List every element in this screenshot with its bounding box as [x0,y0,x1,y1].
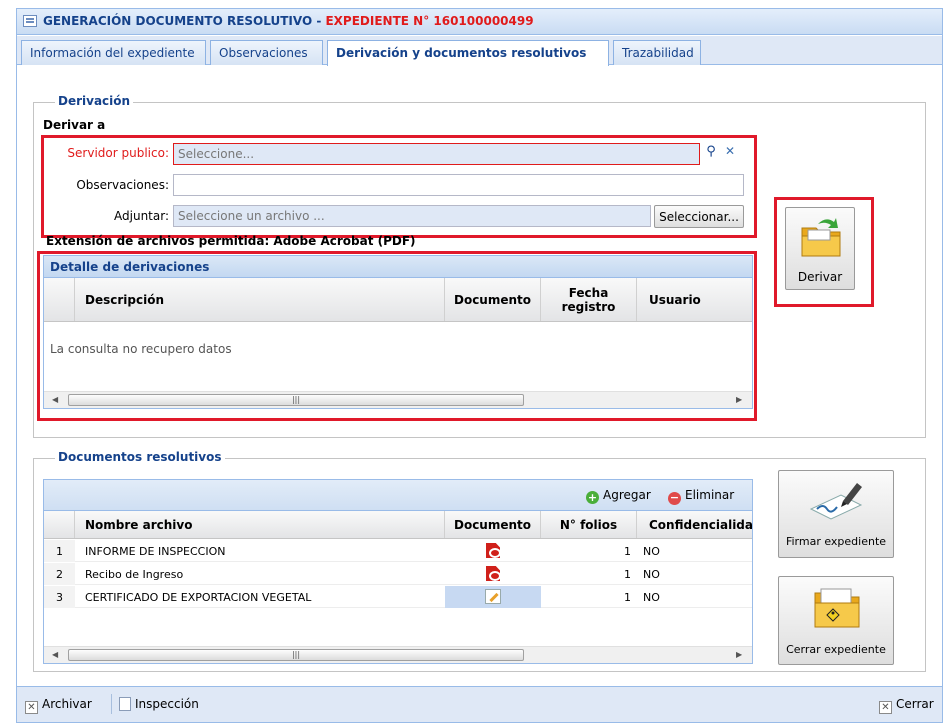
row-confidencialidad: NO [643,591,660,604]
documentos-hscrollbar[interactable]: ◀ ||| ▶ [44,646,752,663]
cerrar-expediente-button[interactable]: Cerrar expediente [778,576,894,665]
row-documento[interactable] [445,540,541,562]
window-titlebar: GENERACIÓN DOCUMENTO RESOLUTIVO - EXPEDI… [17,9,942,35]
extension-note: Extensión de archivos permitida: Adobe A… [46,234,416,248]
window-title: GENERACIÓN DOCUMENTO RESOLUTIVO - EXPEDI… [43,14,534,28]
documentos-grid: + Agregar − Eliminar Nombre archivo Docume… [43,479,753,664]
table-row[interactable]: 2 Recibo de Ingreso 1 NO [44,563,752,585]
row-number: 2 [44,563,75,585]
remove-icon: − [668,491,681,505]
window-icon [23,15,37,27]
documentos-header-rownum [44,511,75,538]
toolbar-separator [111,694,112,714]
derivar-a-label: Derivar a [43,118,106,132]
table-row[interactable]: 1 INFORME DE INSPECCION 1 NO [44,540,752,562]
documentos-legend: Documentos resolutivos [55,450,225,464]
tab-content: Derivación Derivar a Servidor publico: S… [17,66,942,686]
close-icon: ✕ [879,701,892,714]
scroll-left-icon[interactable]: ◀ [52,650,58,659]
archivar-label: Archivar [42,697,92,711]
add-icon: + [586,491,599,504]
cerrar-expediente-label: Cerrar expediente [786,643,886,656]
documentos-col-confidencialidad[interactable]: Confidencialidad [637,511,752,538]
row-confidencialidad: NO [643,545,660,558]
documentos-col-nombre[interactable]: Nombre archivo [75,511,445,538]
document-search-icon [119,697,131,711]
documentos-toolbar: + Agregar − Eliminar [44,480,752,511]
signature-icon [809,483,863,520]
tab-bar: Información del expediente Observaciones… [17,36,942,66]
main-window: GENERACIÓN DOCUMENTO RESOLUTIVO - EXPEDI… [16,8,943,723]
agregar-label: Agregar [603,488,651,502]
folder-close-icon [814,588,860,628]
close-icon: ✕ [25,701,38,714]
row-documento[interactable] [445,563,541,585]
bottom-toolbar: ✕ Archivar Inspección ✕ Cerrar [17,686,942,722]
pdf-icon[interactable] [486,543,500,558]
row-folios: 1 [624,545,631,558]
documentos-header: Nombre archivo Documento N° folios Confi… [44,511,752,539]
documentos-col-documento[interactable]: Documento [445,511,541,538]
table-row[interactable]: 3 CERTIFICADO DE EXPORTACION VEGETAL 1 N… [44,586,752,608]
inspeccion-button[interactable]: Inspección [119,697,199,711]
archivar-button[interactable]: ✕ Archivar [25,697,92,714]
inspeccion-label: Inspección [135,697,199,711]
firmar-expediente-button[interactable]: Firmar expediente [778,470,894,558]
expediente-number: EXPEDIENTE N° 160100000499 [325,14,534,28]
scroll-right-icon[interactable]: ▶ [736,650,742,659]
tab-trazabilidad[interactable]: Trazabilidad [613,40,701,65]
row-confidencialidad: NO [643,568,660,581]
derivar-button-highlight-box [774,197,874,307]
edit-icon[interactable] [485,589,501,604]
tab-observaciones[interactable]: Observaciones [210,40,323,65]
row-documento[interactable] [445,586,541,608]
cerrar-label: Cerrar [896,697,934,711]
row-number: 1 [44,540,75,562]
agregar-button[interactable]: + Agregar [586,488,651,504]
derivar-highlight-box [41,135,757,238]
tab-informacion[interactable]: Información del expediente [21,40,206,65]
documentos-scroll-thumb[interactable]: ||| [68,649,524,661]
row-folios: 1 [624,568,631,581]
tab-derivacion[interactable]: Derivación y documentos resolutivos [327,40,609,66]
eliminar-label: Eliminar [685,488,735,502]
documentos-col-folios[interactable]: N° folios [541,511,637,538]
derivacion-legend: Derivación [55,94,134,108]
row-nombre: INFORME DE INSPECCION [85,545,226,558]
pdf-icon[interactable] [486,566,500,581]
cerrar-button[interactable]: ✕ Cerrar [879,697,934,714]
detalle-highlight-box [37,251,757,421]
row-folios: 1 [624,591,631,604]
row-number: 3 [44,586,75,608]
row-nombre: CERTIFICADO DE EXPORTACION VEGETAL [85,591,312,604]
window-title-text: GENERACIÓN DOCUMENTO RESOLUTIVO - [43,14,326,28]
firmar-expediente-label: Firmar expediente [785,535,887,548]
eliminar-button[interactable]: − Eliminar [668,488,734,505]
row-nombre: Recibo de Ingreso [85,568,184,581]
